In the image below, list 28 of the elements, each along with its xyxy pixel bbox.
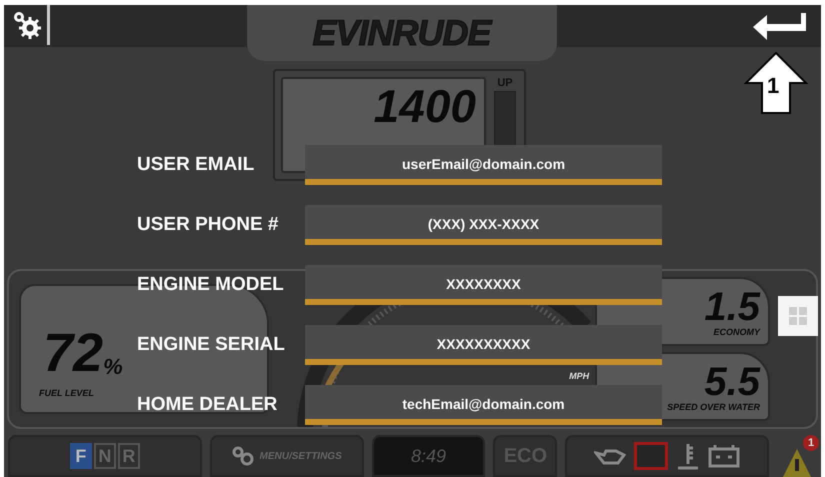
settings-icon [232, 446, 254, 466]
input-field[interactable]: XXXXXXXXXX [305, 325, 662, 365]
economy-reading: 1.5 [704, 286, 760, 326]
field-label: USER PHONE # [137, 214, 280, 236]
economy-label: ECONOMY [713, 326, 760, 336]
field-label: ENGINE SERIAL [137, 334, 286, 356]
rpm-reading: 1400 [374, 83, 476, 129]
fuel-label: FUEL LEVEL [39, 388, 95, 398]
input-field[interactable]: XXXXXXXX [305, 265, 662, 305]
grid-icon [789, 307, 807, 325]
alert-count-badge: 1 [803, 435, 820, 451]
speed-unit: MPH [569, 371, 590, 381]
input-field[interactable]: (XXX) XXX-XXXX [305, 205, 662, 245]
gear-indicator: F [70, 443, 92, 469]
input-field[interactable]: userEmail@domain.com [305, 145, 662, 185]
callout-number: 1 [767, 73, 780, 99]
field-label: ENGINE MODEL [137, 274, 285, 296]
clock: 8:49 [372, 435, 486, 477]
speed-over-water-reading: 5.5 [704, 362, 760, 402]
field-label: HOME DEALER [137, 394, 278, 416]
input-field[interactable]: techEmail@domain.com [305, 385, 662, 425]
warning-icon [782, 447, 812, 477]
logo: EVINRUDE [312, 12, 491, 54]
fuel-reading: 72 [43, 326, 104, 380]
field-label: USER EMAIL [137, 154, 256, 176]
fuel-unit: % [103, 354, 123, 380]
return-icon[interactable] [751, 11, 807, 41]
speed-over-water-label: SPEED OVER WATER [667, 402, 760, 412]
